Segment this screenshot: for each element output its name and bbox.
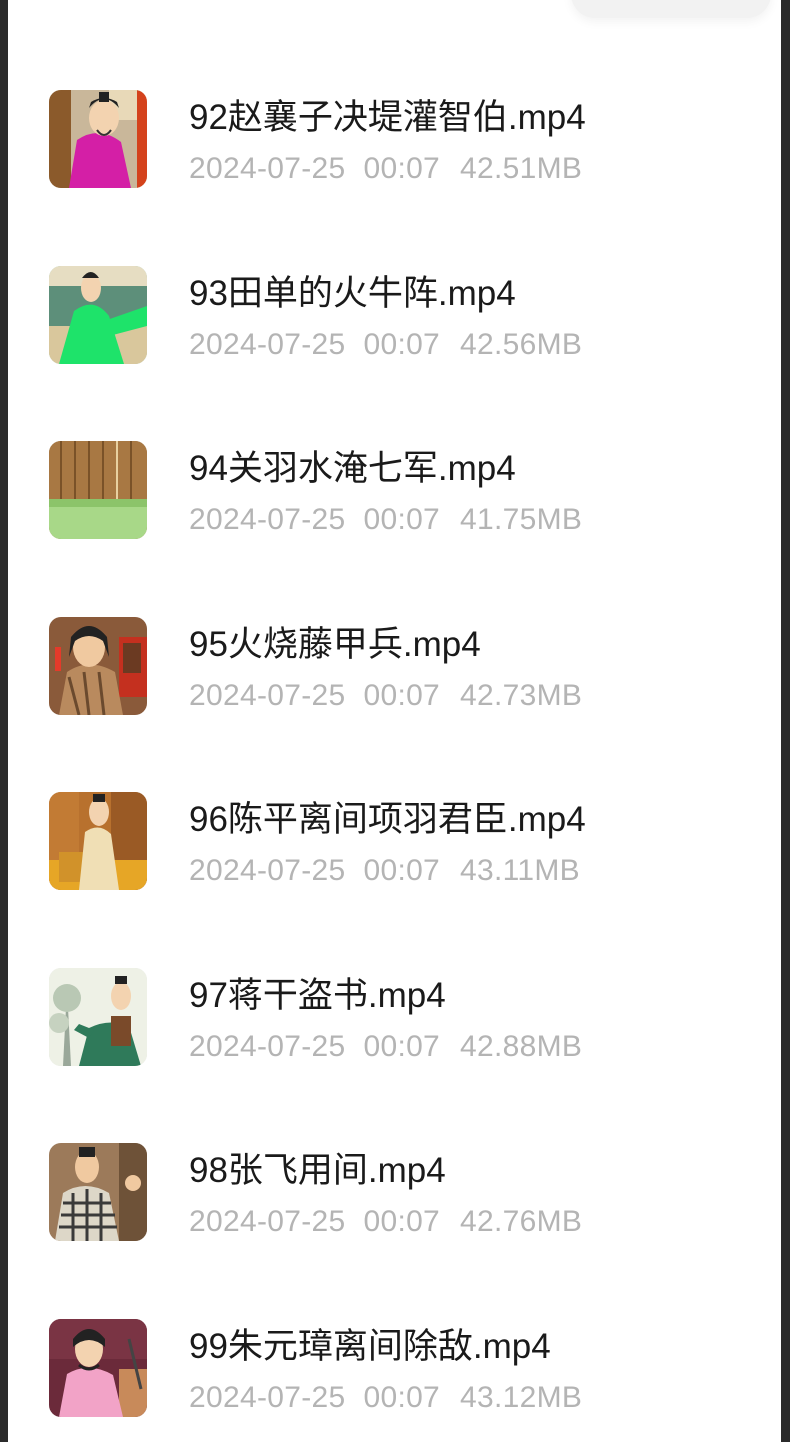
video-thumbnail-icon [49, 1143, 147, 1241]
file-date: 2024-07-25 [189, 327, 346, 361]
video-thumbnail-icon [49, 441, 147, 539]
file-date: 2024-07-25 [189, 503, 346, 536]
file-size: 42.88MB [460, 1029, 583, 1063]
file-item[interactable]: 97蒋干盗书.mp4 2024-07-25 00:07 42.88MB [8, 966, 781, 1142]
video-thumbnail-icon [49, 265, 147, 364]
file-name: 98张飞用间.mp4 [189, 1151, 446, 1190]
file-item[interactable]: 95火烧藤甲兵.mp4 2024-07-25 00:07 42.73MB [8, 615, 781, 791]
video-thumbnail-icon [49, 616, 147, 715]
file-meta: 2024-07-25 00:07 42.73MB [189, 677, 582, 715]
file-meta: 2024-07-25 00:07 43.11MB [189, 852, 580, 890]
file-time: 00:07 [363, 1205, 441, 1238]
top-bar-edge [571, 0, 771, 18]
file-meta: 2024-07-25 00:07 43.12MB [189, 1379, 582, 1417]
file-meta: 2024-07-25 00:07 41.75MB [189, 501, 582, 539]
file-date: 2024-07-25 [189, 152, 346, 185]
file-size: 43.11MB [460, 854, 580, 887]
file-item[interactable]: 92赵襄子决堤灌智伯.mp4 2024-07-25 00:07 42.51MB [8, 88, 781, 264]
file-time: 00:07 [363, 327, 441, 361]
video-thumbnail-icon [49, 90, 147, 188]
file-name: 96陈平离间项羽君臣.mp4 [189, 800, 586, 839]
file-name: 99朱元璋离间除敌.mp4 [189, 1326, 551, 1366]
file-size: 43.12MB [460, 1380, 583, 1414]
file-time: 00:07 [363, 152, 441, 185]
file-meta: 2024-07-25 00:07 42.51MB [189, 150, 582, 188]
file-meta: 2024-07-25 00:07 42.76MB [189, 1203, 582, 1241]
file-item[interactable]: 96陈平离间项羽君臣.mp4 2024-07-25 00:07 43.11MB [8, 790, 781, 966]
file-item[interactable]: 98张飞用间.mp4 2024-07-25 00:07 42.76MB [8, 1141, 781, 1317]
video-thumbnail-icon [49, 792, 147, 890]
file-time: 00:07 [363, 678, 441, 712]
file-list-screen: 92赵襄子决堤灌智伯.mp4 2024-07-25 00:07 42.51MB 93… [8, 0, 781, 1442]
file-name: 95火烧藤甲兵.mp4 [189, 624, 481, 664]
file-size: 42.51MB [460, 152, 583, 185]
file-item[interactable]: 99朱元璋离间除敌.mp4 2024-07-25 00:07 43.12MB [8, 1317, 781, 1442]
file-meta: 2024-07-25 00:07 42.88MB [189, 1028, 582, 1066]
file-date: 2024-07-25 [189, 1380, 346, 1414]
file-item[interactable]: 94关羽水淹七军.mp4 2024-07-25 00:07 41.75MB [8, 439, 781, 615]
file-time: 00:07 [363, 503, 441, 536]
file-date: 2024-07-25 [189, 1029, 346, 1063]
file-name: 92赵襄子决堤灌智伯.mp4 [189, 98, 586, 137]
file-item[interactable]: 93田单的火牛阵.mp4 2024-07-25 00:07 42.56MB [8, 264, 781, 440]
file-size: 41.75MB [460, 503, 583, 536]
file-meta: 2024-07-25 00:07 42.56MB [189, 326, 582, 364]
file-name: 93田单的火牛阵.mp4 [189, 273, 516, 313]
file-time: 00:07 [363, 1029, 441, 1063]
file-date: 2024-07-25 [189, 854, 346, 887]
video-thumbnail-icon [49, 1318, 147, 1417]
file-date: 2024-07-25 [189, 1205, 346, 1238]
file-size: 42.76MB [460, 1205, 583, 1238]
file-time: 00:07 [363, 1380, 441, 1414]
video-thumbnail-icon [49, 967, 147, 1066]
file-size: 42.73MB [460, 678, 583, 712]
file-date: 2024-07-25 [189, 678, 346, 712]
file-name: 94关羽水淹七军.mp4 [189, 449, 516, 488]
file-list: 92赵襄子决堤灌智伯.mp4 2024-07-25 00:07 42.51MB 93… [8, 88, 781, 1442]
file-size: 42.56MB [460, 327, 583, 361]
file-name: 97蒋干盗书.mp4 [189, 975, 446, 1015]
file-time: 00:07 [363, 854, 441, 887]
